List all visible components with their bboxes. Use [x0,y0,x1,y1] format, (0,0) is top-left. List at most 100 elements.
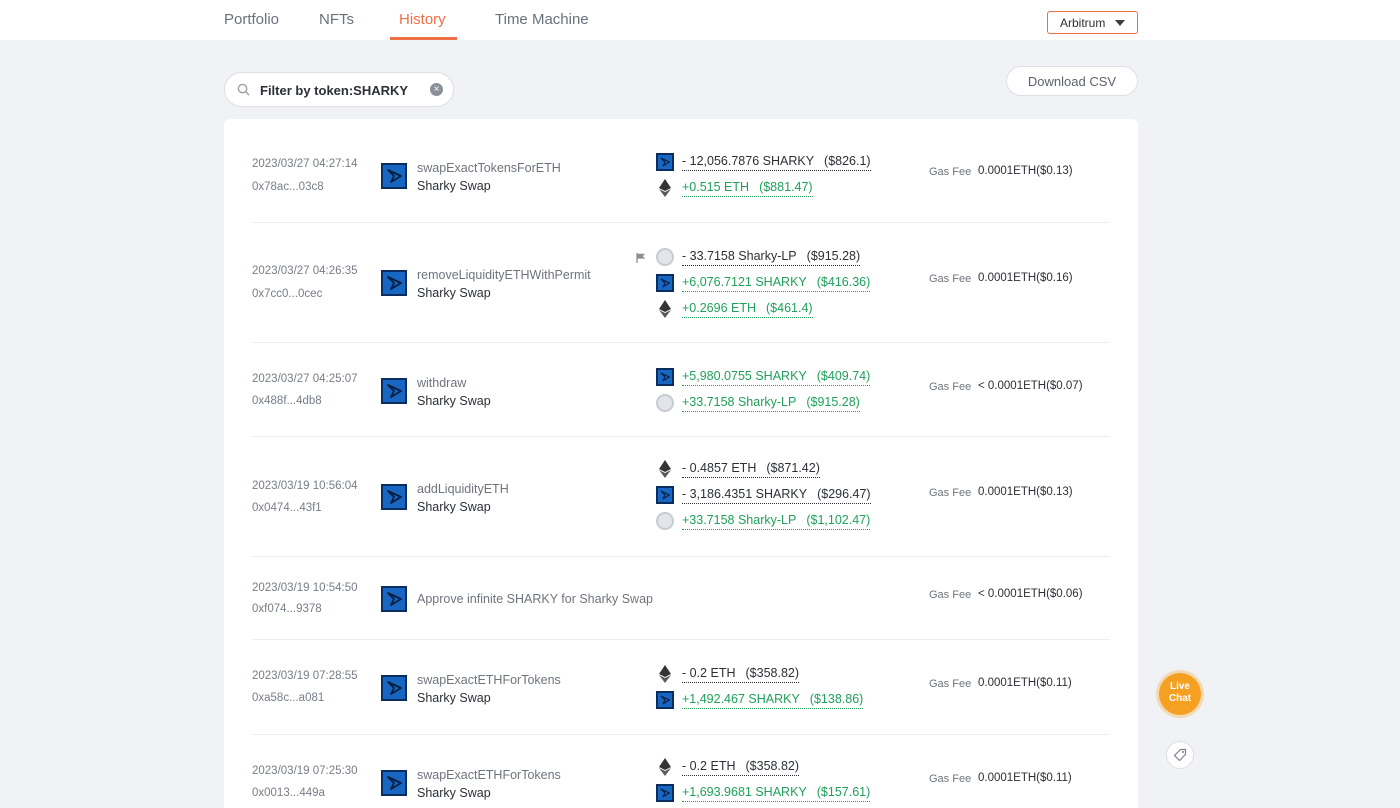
transaction-row: 2023/03/19 07:25:30 0x0013...449a swapExac… [252,735,1110,808]
transaction-row: 2023/03/19 10:56:04 0x0474...43f1 addLiqui… [252,437,1110,557]
token-transfer: - 0.2 ETH ($358.82) [656,757,800,777]
token-usd-value: ($138.86) [809,691,864,706]
token-amount[interactable]: - 0.4857 ETH ($871.42) [682,461,820,478]
token-usd-value: ($358.82) [745,665,800,680]
tx-app-name: Sharky Swap [417,179,491,193]
tx-timestamp: 2023/03/19 07:28:55 [252,670,358,682]
token-amount-value: +33.7158 Sharky-LP [682,394,797,409]
token-amount[interactable]: - 0.2 ETH ($358.82) [682,665,800,683]
transaction-row: 2023/03/19 10:54:50 0xf074...9378 Approve … [252,557,1110,640]
token-transfer: +1,693.9681 SHARKY ($157.61) [656,783,871,803]
gas-fee-value: 0.0001ETH($0.13) [978,486,1073,498]
eth-token-icon [656,300,674,318]
eth-token-icon [656,665,674,683]
tx-hash-link[interactable]: 0x488f...4db8 [252,395,322,407]
token-amount[interactable]: +1,693.9681 SHARKY ($157.61) [682,785,871,802]
sharky-swap-icon [381,770,407,796]
token-amount[interactable]: - 3,186.4351 SHARKY ($296.47) [682,487,871,504]
tx-hash-link[interactable]: 0x0474...43f1 [252,502,322,514]
token-usd-value: ($881.47) [759,179,813,194]
sharky-token-icon [656,486,674,504]
token-amount[interactable]: +33.7158 Sharky-LP ($915.28) [682,395,860,412]
transaction-row: 2023/03/27 04:26:35 0x7cc0...0cec removeLi… [252,223,1110,343]
token-amount-value: - 33.7158 Sharky-LP [682,248,797,263]
tx-method: swapExactETHForTokens [417,768,561,782]
sharky-lp-token-icon [656,512,674,530]
tx-hash-link[interactable]: 0xa58c...a081 [252,692,324,704]
history-panel: 2023/03/27 04:27:14 0x78ac...03c8 swapExac… [224,119,1138,808]
tx-timestamp: 2023/03/19 07:25:30 [252,765,358,777]
tag-button[interactable] [1166,741,1194,769]
sharky-token-icon [656,368,674,386]
token-amount[interactable]: +33.7158 Sharky-LP ($1,102.47) [682,512,871,530]
eth-token-icon [656,460,674,478]
sharky-swap-icon [381,484,407,510]
token-transfer: +0.2696 ETH ($461.4) [656,299,813,319]
token-transfer: - 33.7158 Sharky-LP ($915.28) [656,247,861,267]
token-amount[interactable]: - 0.2 ETH ($358.82) [682,758,800,776]
token-amount[interactable]: +5,980.0755 SHARKY ($409.74) [682,368,871,386]
token-filter-input[interactable]: Filter by token:SHARKY × [224,72,454,107]
eth-token-icon [656,179,674,197]
tx-method: withdraw [417,376,467,390]
token-usd-value: ($1,102.47) [806,512,871,527]
tx-hash-link[interactable]: 0x78ac...03c8 [252,181,324,193]
transaction-row: 2023/03/19 07:28:55 0xa58c...a081 swapExac… [252,640,1110,735]
tx-hash-link[interactable]: 0x7cc0...0cec [252,288,322,300]
download-csv-button[interactable]: Download CSV [1006,66,1138,96]
tx-method: addLiquidityETH [417,482,509,496]
gas-fee-label: Gas Fee [929,678,972,690]
chain-select-value: Arbitrum [1060,15,1106,30]
token-transfer: - 3,186.4351 SHARKY ($296.47) [656,485,871,505]
tag-icon [1173,748,1187,762]
sharky-token-icon [656,784,674,802]
live-chat-button[interactable]: Live Chat [1159,673,1201,715]
token-amount[interactable]: - 33.7158 Sharky-LP ($915.28) [682,248,861,266]
tab-nfts[interactable]: NFTs [319,11,354,28]
chain-select[interactable]: Arbitrum [1047,11,1138,34]
tx-timestamp: 2023/03/19 10:54:50 [252,582,358,594]
tx-app-name: Sharky Swap [417,286,491,300]
token-amount-value: +5,980.0755 SHARKY [682,368,807,383]
clear-filter-icon[interactable]: × [430,83,443,96]
token-usd-value: ($358.82) [745,758,800,773]
sharky-lp-token-icon [656,394,674,412]
token-amount[interactable]: - 12,056.7876 SHARKY ($826.1) [682,154,871,171]
tab-history[interactable]: History [399,11,446,28]
gas-fee-value: 0.0001ETH($0.16) [978,272,1073,284]
token-amount-value: +33.7158 Sharky-LP [682,512,797,527]
token-amount-value: - 0.4857 ETH [682,460,757,475]
token-transfer: +33.7158 Sharky-LP ($915.28) [656,393,860,413]
token-transfer: +1,492.467 SHARKY ($138.86) [656,690,864,710]
tab-portfolio[interactable]: Portfolio [224,11,279,28]
sharky-swap-icon [381,378,407,404]
token-amount-value: - 0.2 ETH [682,665,736,680]
gas-fee-label: Gas Fee [929,381,972,393]
tx-method: swapExactETHForTokens [417,673,561,687]
sharky-token-icon [656,691,674,709]
sharky-token-icon [656,274,674,292]
gas-fee-label: Gas Fee [929,589,972,601]
token-usd-value: ($461.4) [766,300,813,315]
tx-app-name: Sharky Swap [417,500,491,514]
token-amount[interactable]: +1,492.467 SHARKY ($138.86) [682,691,864,709]
transaction-row: 2023/03/27 04:27:14 0x78ac...03c8 swapExac… [252,120,1110,223]
flag-icon [636,253,645,263]
token-usd-value: ($915.28) [806,394,860,409]
tx-method: removeLiquidityETHWithPermit [417,268,591,282]
token-usd-value: ($826.1) [824,153,871,168]
token-amount-value: +6,076.7121 SHARKY [682,274,807,289]
tx-method: swapExactTokensForETH [417,161,561,175]
tx-hash-link[interactable]: 0x0013...449a [252,787,325,799]
token-amount[interactable]: +6,076.7121 SHARKY ($416.36) [682,274,871,292]
tab-time-machine[interactable]: Time Machine [495,11,589,28]
token-usd-value: ($416.36) [816,274,871,289]
token-amount[interactable]: +0.515 ETH ($881.47) [682,180,813,197]
token-amount[interactable]: +0.2696 ETH ($461.4) [682,301,813,318]
tx-hash-link[interactable]: 0xf074...9378 [252,603,322,615]
token-transfer: - 0.2 ETH ($358.82) [656,664,800,684]
search-icon [237,83,250,96]
sharky-swap-icon [381,270,407,296]
token-transfer: +33.7158 Sharky-LP ($1,102.47) [656,511,871,531]
gas-fee-label: Gas Fee [929,773,972,785]
